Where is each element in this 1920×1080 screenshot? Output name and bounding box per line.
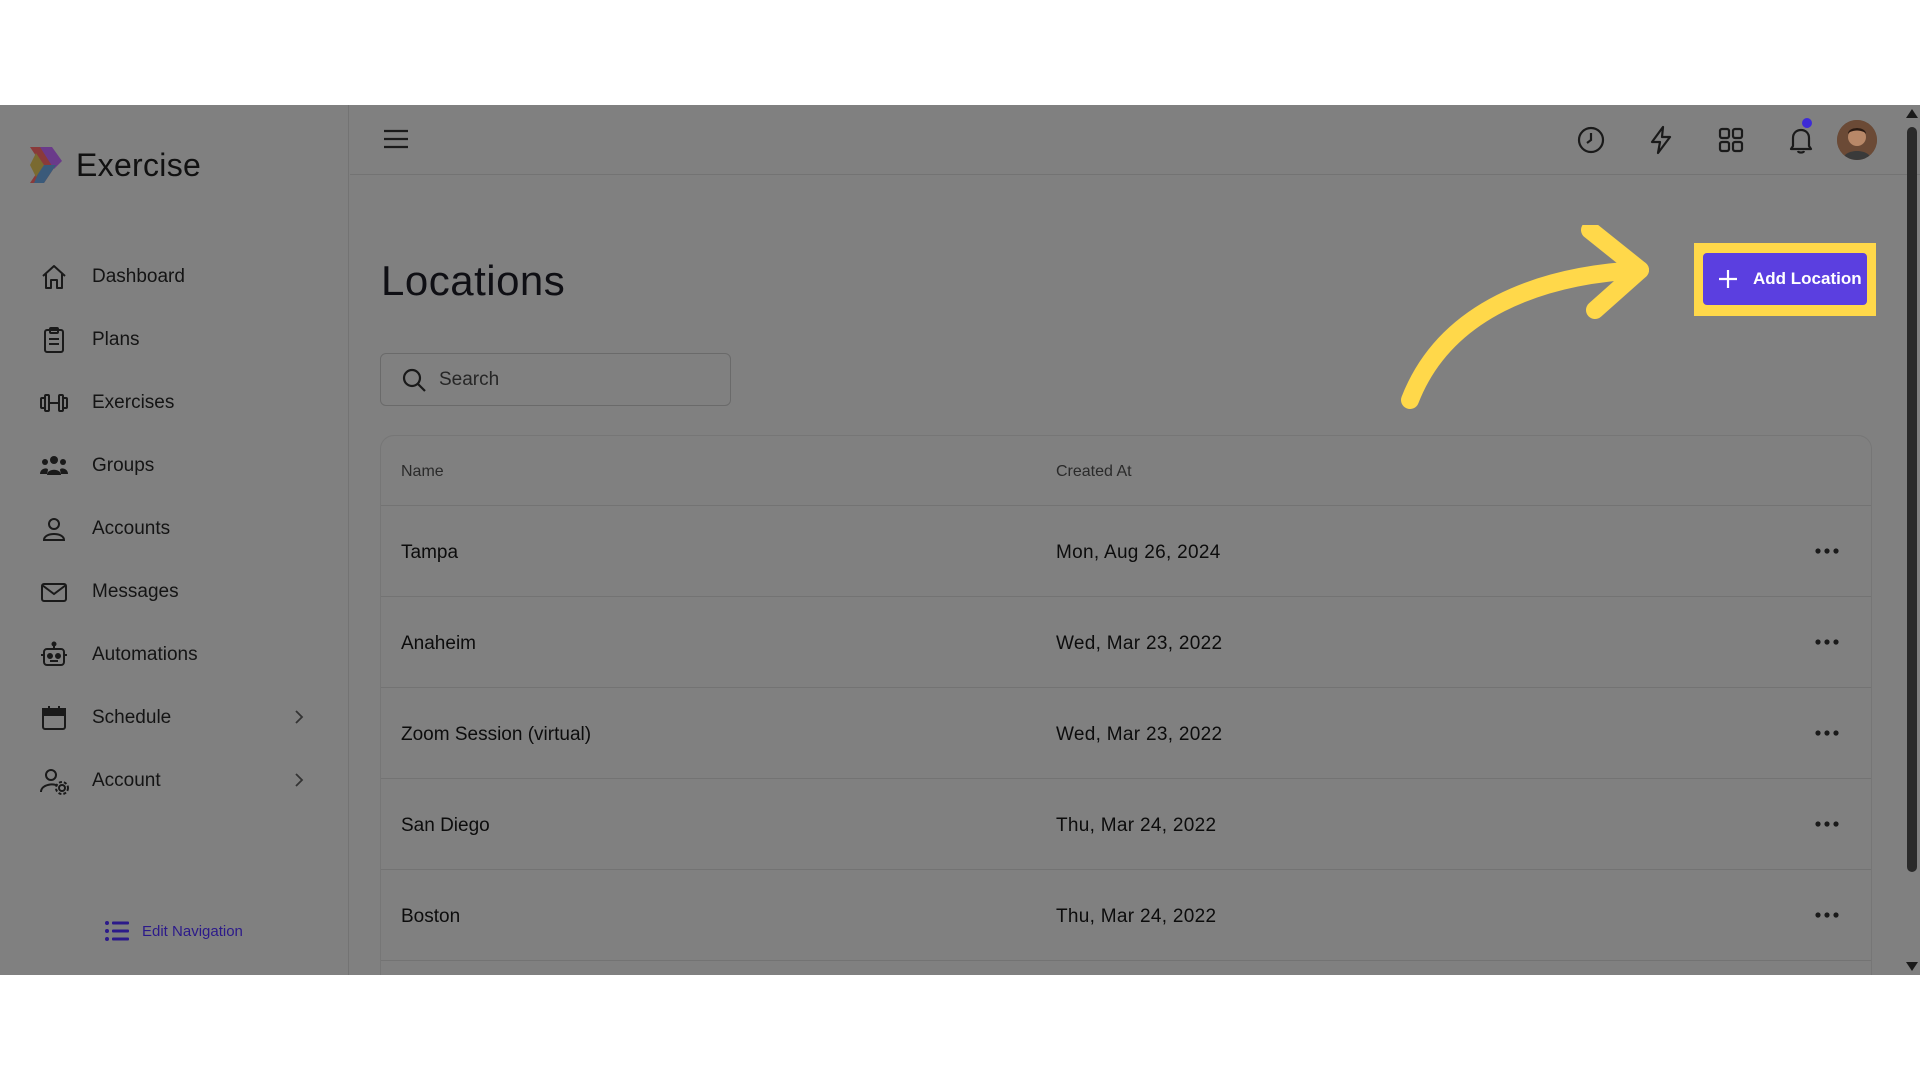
dumbbell-icon bbox=[38, 387, 70, 419]
location-name: Zoom Session (virtual) bbox=[401, 724, 592, 745]
sidebar-item-label: Messages bbox=[92, 580, 179, 602]
location-created-at: Wed, Mar 23, 2022 bbox=[1056, 633, 1223, 654]
sidebar-item-label: Accounts bbox=[92, 517, 171, 539]
location-created-at: Thu, Mar 24, 2022 bbox=[1056, 906, 1217, 927]
location-created-at: Wed, Mar 23, 2022 bbox=[1056, 724, 1223, 745]
users-icon bbox=[38, 450, 70, 482]
sidebar-item-exercises[interactable]: Exercises bbox=[38, 371, 308, 434]
location-name: San Diego bbox=[401, 815, 490, 836]
sidebar: Exercise Dashboard Plans Exercises Group… bbox=[0, 105, 349, 975]
topbar bbox=[350, 105, 1920, 175]
grid-icon[interactable] bbox=[1715, 124, 1747, 156]
search-icon bbox=[402, 368, 426, 392]
edit-navigation-label: Edit Navigation bbox=[142, 922, 243, 940]
sidebar-item-accounts[interactable]: Accounts bbox=[38, 497, 308, 560]
location-created-at: Mon, Aug 26, 2024 bbox=[1056, 542, 1221, 563]
app-window: Exercise Dashboard Plans Exercises Group… bbox=[0, 105, 1920, 975]
scrollbar-thumb[interactable] bbox=[1907, 127, 1917, 872]
bell-icon[interactable] bbox=[1785, 124, 1817, 156]
column-header-name[interactable]: Name bbox=[401, 463, 444, 481]
scroll-down-arrow-icon[interactable] bbox=[1906, 962, 1918, 971]
search-input[interactable] bbox=[439, 368, 699, 391]
user-icon bbox=[38, 513, 70, 545]
avatar[interactable] bbox=[1837, 120, 1877, 160]
search-box[interactable] bbox=[380, 353, 731, 406]
plus-icon bbox=[1719, 270, 1737, 288]
chevron-right-icon bbox=[295, 710, 304, 724]
more-options-icon[interactable] bbox=[1813, 815, 1841, 833]
home-icon bbox=[38, 261, 70, 293]
column-header-created-at[interactable]: Created At bbox=[1056, 463, 1132, 481]
table-header: Name Created At bbox=[381, 436, 1871, 506]
more-options-icon[interactable] bbox=[1813, 906, 1841, 924]
add-location-button[interactable]: Add Location bbox=[1703, 253, 1867, 305]
table-row[interactable]: Boston Thu, Mar 24, 2022 bbox=[381, 870, 1871, 961]
sidebar-item-label: Dashboard bbox=[92, 265, 185, 287]
table-row[interactable]: Anaheim Wed, Mar 23, 2022 bbox=[381, 597, 1871, 688]
location-created-at: Thu, Mar 24, 2022 bbox=[1056, 815, 1217, 836]
chevron-right-icon bbox=[295, 773, 304, 787]
mail-icon bbox=[38, 576, 70, 608]
sidebar-item-groups[interactable]: Groups bbox=[38, 434, 308, 497]
location-name: Anaheim bbox=[401, 633, 476, 654]
sidebar-item-plans[interactable]: Plans bbox=[38, 308, 308, 371]
location-name: Boston bbox=[401, 906, 461, 927]
sidebar-item-dashboard[interactable]: Dashboard bbox=[38, 245, 308, 308]
app-logo[interactable]: Exercise bbox=[26, 145, 201, 185]
more-options-icon[interactable] bbox=[1813, 724, 1841, 742]
add-location-label: Add Location bbox=[1753, 269, 1862, 288]
robot-icon bbox=[38, 639, 70, 671]
avatar-image bbox=[1837, 120, 1877, 160]
more-options-icon[interactable] bbox=[1813, 542, 1841, 560]
notification-badge bbox=[1802, 118, 1812, 128]
user-gear-icon bbox=[38, 765, 70, 797]
sidebar-item-messages[interactable]: Messages bbox=[38, 560, 308, 623]
scroll-up-arrow-icon[interactable] bbox=[1906, 109, 1918, 118]
sidebar-item-label: Groups bbox=[92, 454, 155, 476]
list-icon bbox=[105, 921, 129, 941]
more-options-icon[interactable] bbox=[1813, 633, 1841, 651]
sidebar-item-label: Exercises bbox=[92, 391, 175, 413]
clock-icon[interactable] bbox=[1575, 124, 1607, 156]
sidebar-item-account[interactable]: Account bbox=[38, 749, 308, 812]
bolt-icon[interactable] bbox=[1645, 124, 1677, 156]
table-row[interactable]: Tampa Mon, Aug 26, 2024 bbox=[381, 506, 1871, 597]
sidebar-item-label: Automations bbox=[92, 643, 198, 665]
table-row[interactable]: San Diego Thu, Mar 24, 2022 bbox=[381, 779, 1871, 870]
clipboard-icon bbox=[38, 324, 70, 356]
sidebar-item-automations[interactable]: Automations bbox=[38, 623, 308, 686]
page-title: Locations bbox=[381, 257, 566, 304]
sidebar-item-label: Schedule bbox=[92, 706, 172, 728]
sidebar-item-label: Account bbox=[92, 769, 161, 791]
table-row[interactable]: Zoom Session (virtual) Wed, Mar 23, 2022 bbox=[381, 688, 1871, 779]
vertical-scrollbar[interactable] bbox=[1903, 105, 1920, 975]
sidebar-nav: Dashboard Plans Exercises Groups Account… bbox=[38, 245, 308, 812]
logo-icon bbox=[30, 147, 62, 183]
menu-icon[interactable] bbox=[382, 125, 410, 153]
locations-table: Name Created At Tampa Mon, Aug 26, 2024 … bbox=[380, 435, 1872, 975]
sidebar-item-schedule[interactable]: Schedule bbox=[38, 686, 308, 749]
app-name: Exercise bbox=[76, 146, 202, 183]
calendar-icon bbox=[38, 702, 70, 734]
sidebar-item-label: Plans bbox=[92, 328, 140, 350]
edit-navigation-link[interactable]: Edit Navigation bbox=[104, 920, 243, 942]
highlight-arrow-annotation bbox=[1401, 225, 1649, 409]
location-name: Tampa bbox=[401, 542, 459, 563]
